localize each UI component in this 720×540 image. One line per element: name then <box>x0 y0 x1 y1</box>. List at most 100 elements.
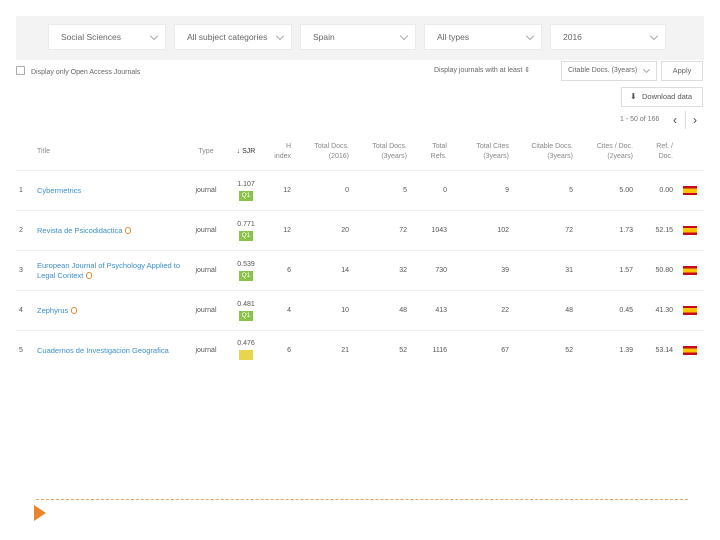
total-docs-cell: 20 <box>294 210 352 251</box>
cites-per-doc-cell: 1.39 <box>576 330 636 360</box>
flag-cell <box>676 250 704 291</box>
total-docs-3y-cell: 72 <box>352 210 410 251</box>
category-dropdown[interactable]: All subject categories <box>174 24 292 50</box>
download-data-button[interactable]: ⬇ Download data <box>621 87 703 107</box>
h-index-header-line2: index <box>274 153 291 160</box>
refs-per-doc-cell: 41.30 <box>636 290 676 331</box>
type-cell: journal <box>184 330 228 360</box>
type-dropdown[interactable]: All types <box>424 24 542 50</box>
citable-docs-cell: 48 <box>512 290 576 331</box>
total-docs-header[interactable]: Total Docs. (2016) <box>294 134 352 171</box>
total-docs-3y-header-line2: (3years) <box>381 153 407 160</box>
rank-cell: 2 <box>16 210 34 251</box>
total-cites-header-line1: Total Cites <box>476 143 509 150</box>
chevron-down-icon <box>642 65 651 74</box>
total-refs-cell: 1043 <box>410 210 450 251</box>
area-dropdown[interactable]: Social Sciences <box>48 24 166 50</box>
title-header[interactable]: Title <box>34 134 184 171</box>
journal-title-link[interactable]: European Journal of Psychology Applied t… <box>37 261 180 280</box>
title-cell: Revista de Psicodidactica <box>34 210 184 251</box>
h-index-cell: 6 <box>264 250 294 291</box>
h-index-cell: 4 <box>264 290 294 331</box>
total-cites-cell: 9 <box>450 170 512 211</box>
total-cites-header[interactable]: Total Cites (3years) <box>450 134 512 171</box>
total-docs-cell: 14 <box>294 250 352 291</box>
citable-docs-header-line2: (3years) <box>547 153 573 160</box>
chevron-down-icon <box>525 31 535 41</box>
flag-cell <box>676 210 704 251</box>
table-row[interactable]: 5 Cuadernos de Investigacion Geografica … <box>16 330 704 360</box>
sjr-cell: 0.539 Q1 <box>228 250 264 291</box>
sjr-value: 0.539 <box>237 261 255 268</box>
table-row[interactable]: 1 Cybermetrics journal 1.107 Q1 12 0 5 0 … <box>16 170 704 211</box>
cites-per-doc-cell: 1.73 <box>576 210 636 251</box>
spain-flag-icon <box>683 346 697 355</box>
total-docs-3y-header[interactable]: Total Docs. (3years) <box>352 134 410 171</box>
sjr-value: 1.107 <box>237 181 255 188</box>
citable-docs-header[interactable]: Citable Docs. (3years) <box>512 134 576 171</box>
threshold-stepper[interactable]: Display journals with at least ⇕ <box>434 66 530 74</box>
threshold-label: Display journals with at least <box>434 67 523 74</box>
total-docs-cell: 21 <box>294 330 352 360</box>
citable-docs-cell: 72 <box>512 210 576 251</box>
country-dropdown[interactable]: Spain <box>300 24 416 50</box>
sjr-cell: 0.771 Q1 <box>228 210 264 251</box>
type-cell: journal <box>184 290 228 331</box>
journal-title-link[interactable]: Revista de Psicodidactica <box>37 226 122 235</box>
table-row[interactable]: 4 Zephyrus journal 0.481 Q1 4 10 48 413 2… <box>16 290 704 331</box>
flag-header <box>676 134 704 171</box>
type-header[interactable]: Type <box>184 134 228 171</box>
open-access-toggle[interactable]: Display only Open Access Journals <box>16 66 140 76</box>
apply-button[interactable]: Apply <box>661 61 703 81</box>
total-docs-3y-cell: 5 <box>352 170 410 211</box>
quartile-badge: Q1 <box>239 231 253 241</box>
area-dropdown-label: Social Sciences <box>61 32 122 42</box>
total-docs-header-line1: Total Docs. <box>314 143 349 150</box>
total-cites-header-line2: (3years) <box>483 153 509 160</box>
country-dropdown-label: Spain <box>313 32 335 42</box>
spain-flag-icon <box>683 226 697 235</box>
cites-per-doc-header-line1: Cites / Doc. <box>596 143 633 150</box>
refs-per-doc-header-line1: Ref. / <box>656 143 673 150</box>
quartile-badge: Q1 <box>239 311 253 321</box>
table-row[interactable]: 2 Revista de Psicodidactica journal 0.77… <box>16 210 704 251</box>
year-dropdown[interactable]: 2016 <box>550 24 666 50</box>
total-refs-header-line2: Refs. <box>430 153 447 160</box>
rank-cell: 4 <box>16 290 34 331</box>
journal-title-link[interactable]: Cybermetrics <box>37 186 81 195</box>
total-refs-cell: 413 <box>410 290 450 331</box>
total-cites-cell: 67 <box>450 330 512 360</box>
quartile-badge: Q1 <box>239 191 253 201</box>
cites-per-doc-cell: 5.00 <box>576 170 636 211</box>
flag-cell <box>676 170 704 211</box>
year-dropdown-label: 2016 <box>563 32 582 42</box>
next-page-icon[interactable]: › <box>685 111 704 129</box>
results-table: Title Type ↓ SJR H index Total Docs. (20… <box>16 134 704 360</box>
cites-per-doc-header[interactable]: Cites / Doc. (2years) <box>576 134 636 171</box>
total-refs-cell: 730 <box>410 250 450 291</box>
rank-cell: 3 <box>16 250 34 291</box>
spain-flag-icon <box>683 186 697 195</box>
h-index-header[interactable]: H index <box>264 134 294 171</box>
journal-title-link[interactable]: Cuadernos de Investigacion Geografica <box>37 346 169 355</box>
quartile-badge: Q1 <box>239 271 253 281</box>
citable-docs-dropdown[interactable]: Citable Docs. (3years) <box>561 61 657 81</box>
pagination-text: 1 - 50 of 166 <box>620 116 660 123</box>
h-index-header-line1: H <box>285 143 291 150</box>
refs-per-doc-header[interactable]: Ref. / Doc. <box>636 134 676 171</box>
open-access-icon <box>86 271 93 279</box>
total-cites-cell: 22 <box>450 290 512 331</box>
sjr-header[interactable]: ↓ SJR <box>228 134 264 171</box>
previous-page-icon[interactable]: ‹ <box>666 111 684 129</box>
total-refs-header[interactable]: Total Refs. <box>410 134 450 171</box>
sjr-cell: 0.476 <box>228 330 264 360</box>
stepper-icon[interactable]: ⇕ <box>524 67 530 74</box>
quartile-badge <box>239 349 253 360</box>
checkbox-icon[interactable] <box>16 66 25 75</box>
journal-title-link[interactable]: Zephyrus <box>37 306 68 315</box>
sjr-cell: 0.481 Q1 <box>228 290 264 331</box>
table-row[interactable]: 3 European Journal of Psychology Applied… <box>16 250 704 291</box>
total-docs-header-line2: (2016) <box>328 153 349 160</box>
rank-cell: 1 <box>16 170 34 211</box>
rank-header <box>16 134 34 171</box>
